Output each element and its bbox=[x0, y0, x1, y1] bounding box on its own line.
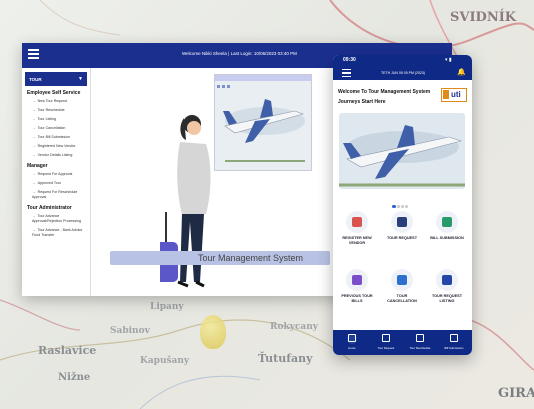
signal-icon: ▾ ▮ bbox=[445, 57, 452, 63]
welcome-text: Welcome Nikki Sheela | Last Login: 10/06… bbox=[182, 51, 297, 56]
sidebar-item[interactable]: New Tour Request bbox=[32, 97, 86, 106]
map-label: Raslavice bbox=[38, 344, 97, 357]
map-label: Kapušany bbox=[140, 356, 190, 366]
logo-mark bbox=[443, 90, 449, 99]
sidebar-group-title[interactable]: Manager bbox=[27, 163, 85, 169]
mobile-banner[interactable] bbox=[339, 113, 465, 189]
tour-icon bbox=[381, 334, 391, 344]
tab-item[interactable]: Tour Reschedule bbox=[405, 333, 435, 350]
monitor-illustration bbox=[214, 74, 312, 171]
feature-tile-label: REGISTER NEW VENDOR bbox=[342, 236, 372, 245]
feature-tile[interactable]: TOUR REQUEST bbox=[382, 211, 422, 241]
feature-tile[interactable]: TOUR REQUEST LISTING bbox=[427, 269, 467, 304]
feature-tile-label: BILL SUBMISSION bbox=[430, 236, 464, 240]
sidebar-item[interactable]: Registered New Vendor bbox=[32, 142, 86, 151]
feature-tile[interactable]: BILL SUBMISSION bbox=[427, 211, 467, 241]
sidebar-item[interactable]: Vendor Details Listing bbox=[32, 151, 86, 160]
feature-tile-label: TOUR REQUEST bbox=[386, 236, 418, 240]
feature-tile[interactable]: TOUR CANCELLATION bbox=[382, 269, 422, 304]
map-label: Ťutufany bbox=[258, 352, 313, 365]
tab-item[interactable]: Bill Submission bbox=[439, 333, 469, 350]
chevron-down-icon: ▼ bbox=[78, 76, 83, 82]
sidebar-item[interactable]: Tour Advance - Bank Advice Fund Transfer bbox=[32, 226, 86, 240]
logo-text: uti bbox=[451, 90, 461, 99]
map-pin bbox=[200, 315, 226, 349]
bottom-tab-bar: Home Tour Request Tour Reschedule Bill Subm… bbox=[333, 330, 472, 355]
map-label: Rokycany bbox=[270, 322, 319, 332]
home-icon bbox=[347, 334, 357, 344]
tms-banner: Tour Management System bbox=[110, 251, 330, 265]
sidebar-item[interactable]: Tour Advance Approval/Rejection Processi… bbox=[32, 212, 86, 226]
reschedule-icon bbox=[415, 334, 425, 344]
status-time: 09:30 bbox=[343, 57, 356, 63]
notification-bell-icon[interactable]: 🔔 bbox=[457, 68, 466, 76]
welcome-line-2: Journeys Start Here bbox=[338, 99, 386, 105]
map-label: Sabinov bbox=[110, 326, 150, 336]
sidebar-header[interactable]: TOUR ▼ bbox=[25, 72, 87, 86]
mobile-header: TETH JUN 05 09 PM (2023) 🔔 bbox=[333, 67, 472, 80]
airplane-illustration bbox=[223, 99, 305, 162]
menu-icon[interactable] bbox=[28, 49, 39, 61]
map-label: Nižne bbox=[58, 372, 91, 383]
header-date: TETH JUN 05 09 PM (2023) bbox=[381, 71, 425, 75]
bill-icon bbox=[436, 211, 458, 233]
map-label: SVIDNÍK bbox=[450, 10, 517, 25]
listing-icon bbox=[436, 269, 458, 291]
sidebar-title: TOUR bbox=[29, 76, 42, 82]
sidebar-item[interactable]: Request For Reschedule Approval bbox=[32, 188, 86, 202]
previous-bills-icon bbox=[346, 269, 368, 291]
status-bar: 09:30 ▾ ▮ bbox=[333, 55, 472, 67]
airplane-illustration bbox=[339, 125, 465, 187]
vendor-icon bbox=[346, 211, 368, 233]
tour-request-icon bbox=[391, 211, 413, 233]
welcome-message: Welcome To Tour Management System Journe… bbox=[338, 87, 438, 107]
feature-tile[interactable]: PREVIOUS TOUR BILLS bbox=[337, 269, 377, 304]
sidebar-item[interactable]: Approved Tour bbox=[32, 179, 86, 188]
feature-tile[interactable]: REGISTER NEW VENDOR bbox=[337, 211, 377, 246]
feature-tile-label: PREVIOUS TOUR BILLS bbox=[341, 294, 373, 303]
map-label: Lipany bbox=[150, 302, 184, 312]
sidebar-item[interactable]: Tour Reschedule bbox=[32, 106, 86, 115]
bill-tab-icon bbox=[449, 334, 459, 344]
sidebar-group-title[interactable]: Employee Self Service bbox=[27, 90, 85, 96]
tab-label: Bill Submission bbox=[444, 346, 464, 350]
tms-banner-text: Tour Management System bbox=[198, 253, 304, 263]
sidebar-item[interactable]: Tour Listing bbox=[32, 115, 86, 124]
sidebar-group-title[interactable]: Tour Administrator bbox=[27, 205, 85, 211]
tab-item[interactable]: Tour Request bbox=[371, 333, 401, 350]
cancel-icon bbox=[391, 269, 413, 291]
tab-label: Home bbox=[348, 346, 356, 350]
sidebar-item[interactable]: Tour Cancellation bbox=[32, 124, 86, 133]
uti-logo: uti bbox=[441, 88, 467, 102]
tab-item[interactable]: Home bbox=[337, 333, 367, 350]
map-label: GIRA bbox=[498, 386, 534, 401]
sidebar: TOUR ▼ Employee Self ServiceNew Tour Req… bbox=[22, 68, 91, 296]
menu-icon[interactable] bbox=[342, 69, 351, 79]
feature-tile-label: TOUR REQUEST LISTING bbox=[431, 294, 463, 303]
sidebar-item[interactable]: Request For Approval bbox=[32, 170, 86, 179]
welcome-line-1: Welcome To Tour Management System bbox=[338, 89, 431, 95]
tab-label: Tour Reschedule bbox=[409, 346, 431, 350]
tab-label: Tour Request bbox=[377, 346, 395, 350]
mobile-app-window: 09:30 ▾ ▮ TETH JUN 05 09 PM (2023) 🔔 Wel… bbox=[333, 55, 472, 355]
sidebar-item[interactable]: Tour Bill Submission bbox=[32, 133, 86, 142]
feature-tile-label: TOUR CANCELLATION bbox=[387, 294, 417, 303]
